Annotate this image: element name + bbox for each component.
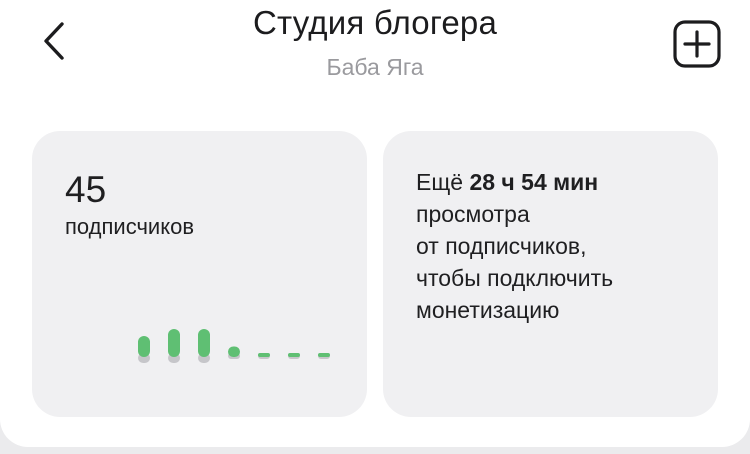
chart-bar-value	[288, 353, 300, 357]
add-button[interactable]	[673, 20, 721, 68]
blogger-studio-screen: Студия блогера Баба Яга 45 подписчиков Е…	[0, 0, 750, 447]
chart-bar-2	[168, 329, 180, 363]
chart-bar-1	[138, 336, 150, 363]
chart-bar-6	[288, 353, 300, 359]
chart-bar-value	[168, 329, 180, 357]
page-title: Студия блогера	[252, 4, 498, 41]
monetization-time-remaining: 28 ч 54 мин	[469, 169, 599, 195]
chart-bar-value	[138, 336, 150, 357]
chart-bar-7	[318, 353, 330, 359]
chart-bar-4	[228, 346, 240, 359]
monetization-prefix: Ещё	[416, 169, 464, 195]
subscriber-label: подписчиков	[65, 214, 195, 239]
chart-bar-value	[318, 353, 330, 357]
chart-bar-3	[198, 329, 210, 363]
page-subtitle: Баба Яга	[326, 54, 424, 80]
subscriber-count: 45	[65, 169, 107, 210]
chart-bar-value	[198, 329, 210, 357]
monetization-line-3: от подписчиков,	[416, 233, 587, 259]
chart-bar-value	[258, 353, 270, 357]
plus-square-icon	[673, 20, 721, 68]
monetization-text: Ещё 28 ч 54 мин просмотра от подписчиков…	[416, 166, 706, 326]
monetization-line-5: монетизацию	[416, 297, 560, 323]
subscribers-card[interactable]: 45 подписчиков	[32, 131, 367, 417]
monetization-card[interactable]: Ещё 28 ч 54 мин просмотра от подписчиков…	[383, 131, 718, 417]
monetization-line-2: просмотра	[416, 201, 530, 227]
monetization-line-4: чтобы подключить	[416, 265, 614, 291]
subscribers-chart	[138, 329, 330, 363]
chart-bar-5	[258, 353, 270, 359]
chart-bar-value	[228, 346, 240, 357]
